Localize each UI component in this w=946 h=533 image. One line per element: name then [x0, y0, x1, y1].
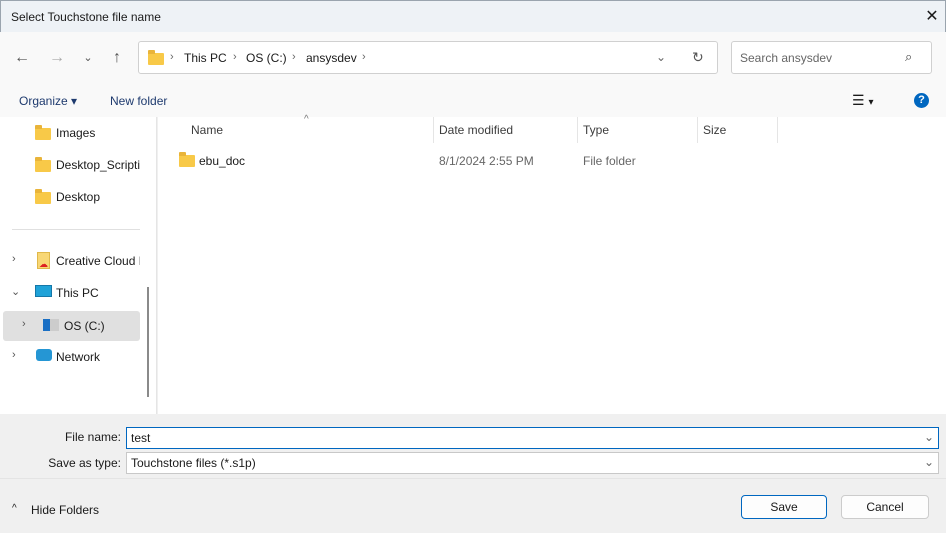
sidebar-item-images[interactable]: Images	[0, 119, 140, 147]
folder-icon	[35, 189, 51, 204]
file-name-value: test	[131, 431, 151, 445]
breadcrumb-os-c[interactable]: OS (C:)	[246, 51, 287, 65]
folder-icon	[179, 152, 195, 167]
search-input[interactable]: Search ansysdev	[740, 51, 832, 65]
expand-chevron-icon[interactable]: ›	[22, 318, 26, 330]
creative-cloud-icon: ☁	[37, 252, 50, 269]
sort-ascending-icon: ^	[304, 114, 309, 125]
window-title: Select Touchstone file name	[11, 10, 161, 24]
collapse-chevron-icon[interactable]: ⌄	[11, 285, 20, 298]
new-folder-button[interactable]: New folder	[110, 94, 167, 108]
help-icon[interactable]: ?	[914, 93, 929, 108]
sidebar-item-creative-cloud[interactable]: ›☁Creative Cloud Files	[0, 247, 140, 275]
recent-chevron-icon[interactable]: ⌄	[78, 48, 98, 68]
folder-icon	[35, 157, 51, 172]
back-icon[interactable]: ←	[12, 48, 32, 68]
file-name-label: File name:	[64, 430, 121, 444]
sidebar-item-os-c[interactable]: › OS (C:)	[3, 311, 140, 341]
sidebar-item-desktop-scripting[interactable]: Desktop_Scripting	[0, 151, 140, 179]
address-bar[interactable]: › This PC › OS (C:) › ansysdev › ⌄ ↻	[138, 41, 718, 74]
sidebar-item-network[interactable]: › Network	[0, 343, 140, 371]
sidebar-item-this-pc[interactable]: ⌄ This PC	[0, 279, 140, 307]
navigation-bar: ← → ⌄ ↑ › This PC › OS (C:) › ansysdev ›…	[0, 32, 946, 86]
chevron-down-icon[interactable]: ⌄	[924, 430, 934, 444]
chevron-down-icon[interactable]: ⌄	[924, 455, 934, 469]
breadcrumb-ansysdev[interactable]: ansysdev	[306, 51, 357, 65]
file-name-input[interactable]: test ⌄	[126, 427, 939, 449]
save-button[interactable]: Save	[741, 495, 827, 519]
forward-icon[interactable]: →	[47, 48, 67, 68]
file-type: File folder	[583, 154, 636, 168]
organize-label: Organize	[19, 94, 68, 108]
chevron-up-icon[interactable]: ^	[12, 503, 17, 514]
column-header-type[interactable]: Type	[583, 123, 609, 137]
close-button[interactable]: ✕	[919, 5, 945, 29]
column-header-size[interactable]: Size	[703, 123, 726, 137]
file-list: ^ Name Date modified Type Size ebu_doc 8…	[158, 114, 946, 414]
organize-button[interactable]: Organize ▾	[19, 94, 77, 108]
search-box[interactable]: Search ansysdev ⌕	[731, 41, 932, 74]
cancel-button[interactable]: Cancel	[841, 495, 929, 519]
address-dropdown-icon[interactable]: ⌄	[656, 50, 666, 64]
save-type-label: Save as type:	[48, 456, 121, 470]
scrollbar[interactable]	[147, 287, 149, 397]
hide-folders-button[interactable]: Hide Folders	[31, 503, 99, 517]
command-bar: Organize ▾ New folder ☰ ▾ ?	[0, 86, 946, 117]
breadcrumb-this-pc[interactable]: This PC	[184, 51, 227, 65]
refresh-icon[interactable]: ↻	[692, 49, 704, 66]
navigation-pane: Images Desktop_Scripting Desktop ›☁Creat…	[0, 117, 157, 414]
save-type-select[interactable]: Touchstone files (*.s1p) ⌄	[126, 452, 939, 474]
column-header-name[interactable]: Name	[191, 123, 223, 137]
expand-chevron-icon[interactable]: ›	[12, 253, 16, 265]
title-bar: Select Touchstone file name ✕	[0, 0, 946, 32]
expand-chevron-icon[interactable]: ›	[12, 349, 16, 361]
folder-icon	[148, 50, 164, 65]
view-menu-icon[interactable]: ☰ ▾	[852, 92, 873, 109]
file-name: ebu_doc	[199, 154, 246, 168]
sidebar-item-desktop[interactable]: Desktop	[0, 183, 140, 211]
network-icon	[36, 349, 52, 361]
search-icon[interactable]: ⌕	[905, 49, 912, 65]
column-header-date[interactable]: Date modified	[439, 123, 513, 137]
divider	[12, 229, 140, 230]
computer-icon	[35, 285, 52, 297]
up-icon[interactable]: ↑	[107, 48, 127, 68]
drive-icon	[43, 319, 59, 331]
file-date: 8/1/2024 2:55 PM	[439, 154, 534, 168]
save-type-value: Touchstone files (*.s1p)	[131, 456, 256, 470]
table-row[interactable]: ebu_doc 8/1/2024 2:55 PM File folder	[172, 150, 812, 172]
folder-icon	[35, 125, 51, 140]
